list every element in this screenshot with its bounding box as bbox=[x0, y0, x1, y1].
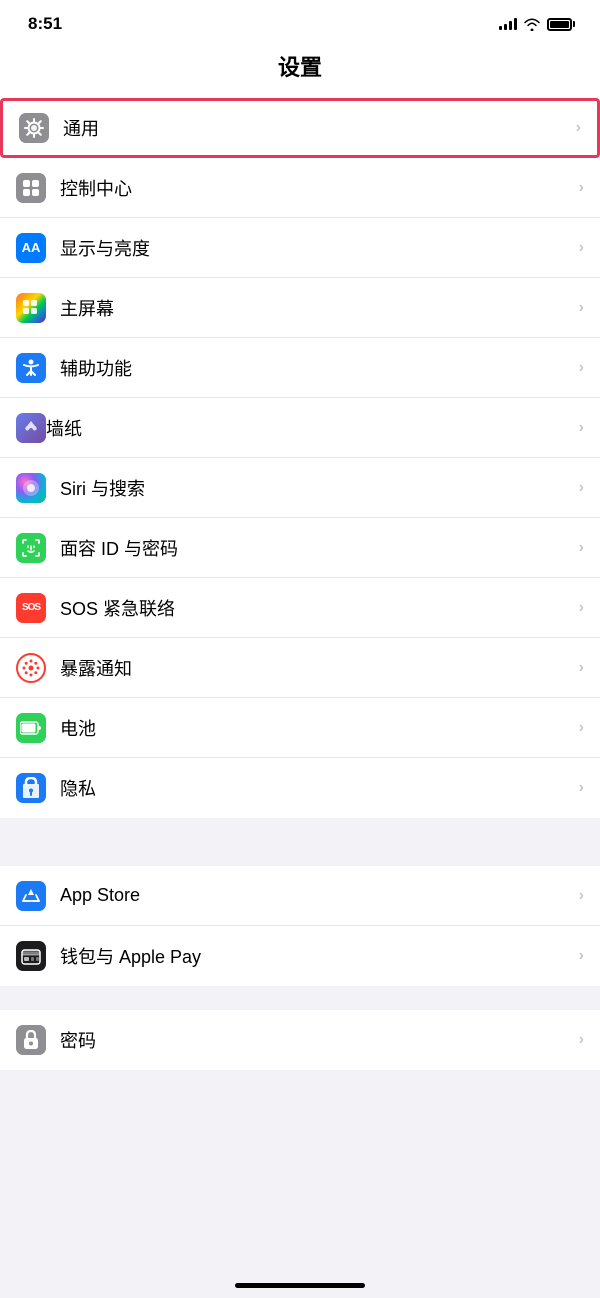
privacy-label: 隐私 bbox=[60, 775, 579, 801]
battery-settings-icon bbox=[16, 713, 46, 743]
status-bar: 8:51 bbox=[0, 0, 600, 42]
accessibility-label: 辅助功能 bbox=[60, 355, 579, 381]
display-label: 显示与亮度 bbox=[60, 235, 579, 261]
sos-label: SOS 紧急联络 bbox=[60, 595, 579, 621]
section-gap-2 bbox=[0, 986, 600, 1010]
passwords-label: 密码 bbox=[60, 1027, 579, 1053]
display-icon: AA bbox=[16, 233, 46, 263]
general-chevron: › bbox=[576, 119, 581, 137]
wallet-chevron: › bbox=[579, 947, 584, 965]
settings-item-siri[interactable]: Siri 与搜索 › bbox=[0, 458, 600, 518]
accessibility-icon bbox=[16, 353, 46, 383]
store-section: App Store › 钱包与 Apple Pay › bbox=[0, 866, 600, 986]
exposure-icon bbox=[16, 653, 46, 683]
siri-chevron: › bbox=[579, 479, 584, 497]
section-gap-1 bbox=[0, 842, 600, 866]
appstore-icon bbox=[16, 881, 46, 911]
settings-item-control-center[interactable]: 控制中心 › bbox=[0, 158, 600, 218]
wallpaper-chevron: › bbox=[579, 419, 584, 437]
wallet-label: 钱包与 Apple Pay bbox=[60, 943, 579, 969]
settings-item-display[interactable]: AA 显示与亮度 › bbox=[0, 218, 600, 278]
general-label: 通用 bbox=[63, 115, 576, 141]
password-section: 密码 › bbox=[0, 1010, 600, 1070]
battery-chevron: › bbox=[579, 719, 584, 737]
control-center-chevron: › bbox=[579, 179, 584, 197]
battery-label: 电池 bbox=[60, 715, 579, 741]
gear-icon bbox=[24, 118, 44, 138]
status-time: 8:51 bbox=[28, 14, 62, 34]
main-settings-list: 通用 › 控制中心 › AA 显示与亮度 › bbox=[0, 98, 600, 818]
page-title-bar: 设置 bbox=[0, 42, 600, 98]
privacy-chevron: › bbox=[579, 779, 584, 797]
faceid-chevron: › bbox=[579, 539, 584, 557]
home-indicator bbox=[0, 1275, 600, 1298]
passwords-icon bbox=[16, 1025, 46, 1055]
settings-item-battery[interactable]: 电池 › bbox=[0, 698, 600, 758]
siri-icon bbox=[16, 473, 46, 503]
settings-item-exposure[interactable]: 暴露通知 › bbox=[0, 638, 600, 698]
settings-item-home-screen[interactable]: 主屏幕 › bbox=[0, 278, 600, 338]
settings-item-faceid[interactable]: 面容 ID 与密码 › bbox=[0, 518, 600, 578]
battery-icon bbox=[547, 18, 572, 31]
passwords-chevron: › bbox=[579, 1031, 584, 1049]
general-icon bbox=[19, 113, 49, 143]
home-screen-icon bbox=[16, 293, 46, 323]
home-screen-chevron: › bbox=[579, 299, 584, 317]
sos-chevron: › bbox=[579, 599, 584, 617]
sos-icon: SOS bbox=[16, 593, 46, 623]
control-center-label: 控制中心 bbox=[60, 175, 579, 201]
faceid-icon bbox=[16, 533, 46, 563]
siri-label: Siri 与搜索 bbox=[60, 475, 579, 501]
home-bar bbox=[235, 1283, 365, 1288]
privacy-icon bbox=[16, 773, 46, 803]
home-screen-label: 主屏幕 bbox=[60, 295, 579, 321]
exposure-chevron: › bbox=[579, 659, 584, 677]
wallpaper-icon bbox=[16, 413, 46, 443]
faceid-label: 面容 ID 与密码 bbox=[60, 535, 579, 561]
settings-item-privacy[interactable]: 隐私 › bbox=[0, 758, 600, 818]
password-settings-list: 密码 › bbox=[0, 1010, 600, 1070]
signal-icon bbox=[499, 18, 517, 30]
wallpaper-label: 墙纸 bbox=[46, 415, 579, 441]
settings-item-sos[interactable]: SOS SOS 紧急联络 › bbox=[0, 578, 600, 638]
wallet-icon bbox=[16, 941, 46, 971]
settings-item-passwords[interactable]: 密码 › bbox=[0, 1010, 600, 1070]
control-icon-svg bbox=[21, 178, 41, 198]
exposure-label: 暴露通知 bbox=[60, 655, 579, 681]
appstore-label: App Store bbox=[60, 885, 579, 906]
main-section: 通用 › 控制中心 › AA 显示与亮度 › bbox=[0, 98, 600, 818]
store-settings-list: App Store › 钱包与 Apple Pay › bbox=[0, 866, 600, 986]
settings-item-wallet[interactable]: 钱包与 Apple Pay › bbox=[0, 926, 600, 986]
settings-item-accessibility[interactable]: 辅助功能 › bbox=[0, 338, 600, 398]
control-center-icon bbox=[16, 173, 46, 203]
display-chevron: › bbox=[579, 239, 584, 257]
appstore-chevron: › bbox=[579, 887, 584, 905]
accessibility-chevron: › bbox=[579, 359, 584, 377]
settings-item-appstore[interactable]: App Store › bbox=[0, 866, 600, 926]
settings-item-general[interactable]: 通用 › bbox=[0, 98, 600, 158]
page-title: 设置 bbox=[278, 55, 322, 80]
status-icons bbox=[499, 18, 572, 31]
wifi-icon bbox=[523, 18, 541, 31]
settings-item-wallpaper[interactable]: 墙纸 › bbox=[0, 398, 600, 458]
